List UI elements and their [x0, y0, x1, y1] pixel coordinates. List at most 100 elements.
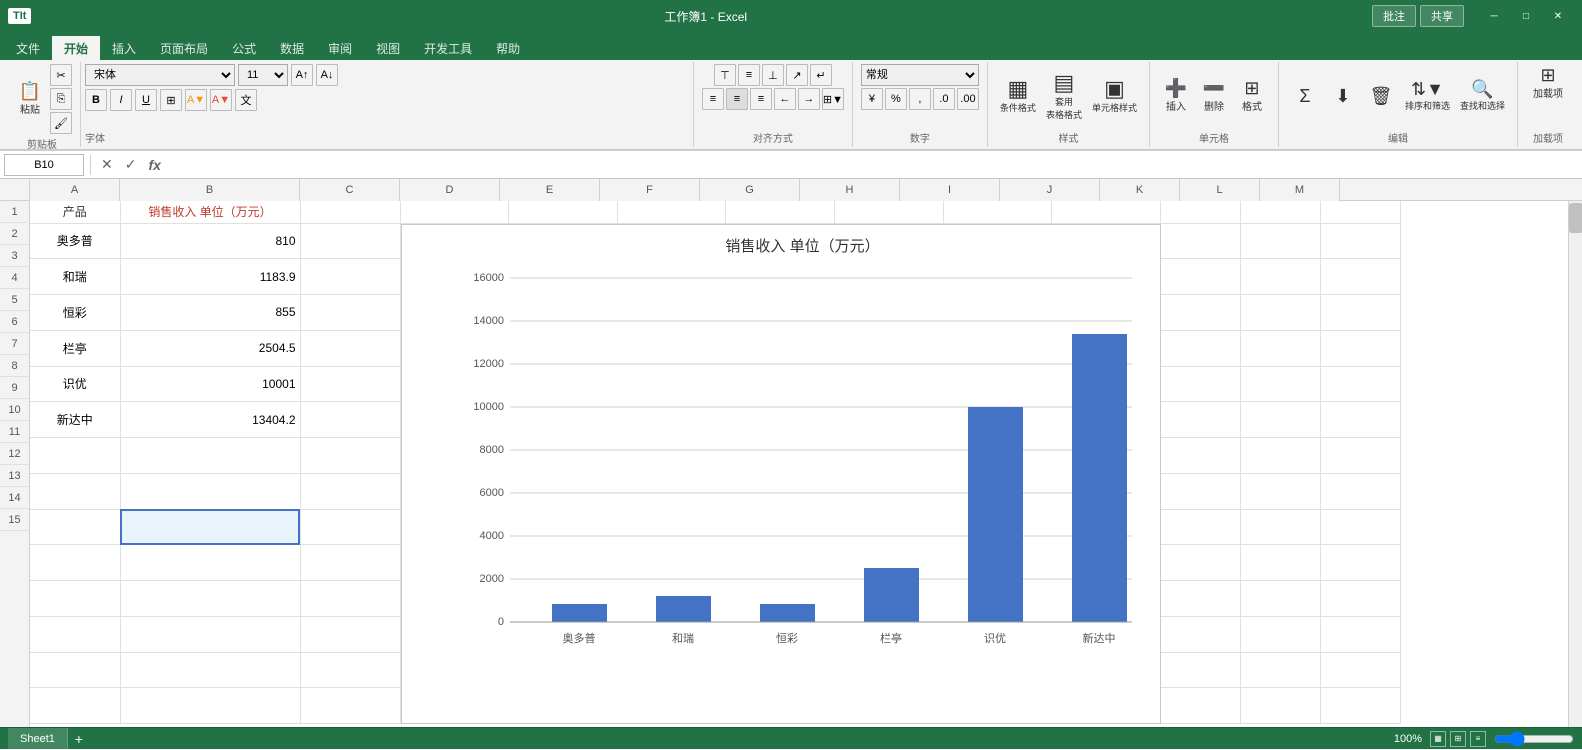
cell-l4[interactable]: [1241, 295, 1321, 331]
tab-insert[interactable]: 插入: [100, 36, 148, 60]
clear-button[interactable]: 🗑: [1363, 85, 1399, 108]
cell-b13[interactable]: [120, 616, 300, 652]
cell-b11[interactable]: [120, 545, 300, 581]
close-button[interactable]: ✕: [1542, 6, 1574, 26]
cell-c2[interactable]: [300, 223, 400, 259]
row-header-1[interactable]: 1: [0, 201, 29, 223]
merge-center-button[interactable]: ⊞▼: [822, 88, 844, 110]
font-color-button[interactable]: A▼: [210, 89, 232, 111]
cell-m9[interactable]: [1321, 473, 1401, 509]
col-header-k[interactable]: K: [1100, 179, 1180, 201]
cell-a9[interactable]: [30, 473, 120, 509]
align-right-button[interactable]: ≡: [750, 88, 772, 110]
cut-button[interactable]: ✂: [50, 64, 72, 86]
cell-k8[interactable]: [1161, 438, 1241, 474]
cell-k7[interactable]: [1161, 402, 1241, 438]
font-size-increase[interactable]: A↑: [291, 64, 313, 86]
col-header-g[interactable]: G: [700, 179, 800, 201]
cell-k13[interactable]: [1161, 616, 1241, 652]
row-header-13[interactable]: 13: [0, 465, 29, 487]
row-header-14[interactable]: 14: [0, 487, 29, 509]
cell-c6[interactable]: [300, 366, 400, 402]
tab-page-layout[interactable]: 页面布局: [148, 36, 220, 60]
cell-m2[interactable]: [1321, 223, 1401, 259]
col-header-e[interactable]: E: [500, 179, 600, 201]
cell-c14[interactable]: [300, 652, 400, 688]
cell-l13[interactable]: [1241, 616, 1321, 652]
font-family-select[interactable]: 宋体: [85, 64, 235, 86]
col-header-f[interactable]: F: [600, 179, 700, 201]
increase-decimal[interactable]: .0: [933, 88, 955, 110]
cell-c5[interactable]: [300, 330, 400, 366]
cell-k11[interactable]: [1161, 545, 1241, 581]
cell-c9[interactable]: [300, 473, 400, 509]
cell-l7[interactable]: [1241, 402, 1321, 438]
percent-button[interactable]: %: [885, 88, 907, 110]
row-header-3[interactable]: 3: [0, 245, 29, 267]
align-bottom-button[interactable]: ⊥: [762, 64, 784, 86]
cell-a11[interactable]: [30, 545, 120, 581]
cell-b14[interactable]: [120, 652, 300, 688]
cell-k3[interactable]: [1161, 259, 1241, 295]
cell-m12[interactable]: [1321, 581, 1401, 617]
cell-c13[interactable]: [300, 616, 400, 652]
cell-c7[interactable]: [300, 402, 400, 438]
cell-a10[interactable]: [30, 509, 120, 545]
tab-home[interactable]: 开始: [52, 34, 100, 60]
cell-j1[interactable]: [1052, 201, 1161, 223]
find-select-button[interactable]: 🔍 查找和选择: [1456, 78, 1509, 114]
row-header-4[interactable]: 4: [0, 267, 29, 289]
conditional-format-button[interactable]: ▦ 条件格式: [996, 76, 1040, 116]
border-button[interactable]: ⊞: [160, 89, 182, 111]
decrease-indent-button[interactable]: ←: [774, 88, 796, 110]
currency-button[interactable]: ¥: [861, 88, 883, 110]
normal-view-button[interactable]: ▦: [1430, 731, 1446, 747]
cell-f1[interactable]: [617, 201, 726, 223]
tab-data[interactable]: 数据: [268, 36, 316, 60]
vertical-scrollbar[interactable]: [1568, 201, 1582, 727]
row-header-11[interactable]: 11: [0, 421, 29, 443]
cell-k2[interactable]: [1161, 223, 1241, 259]
font-size-select[interactable]: 11: [238, 64, 288, 86]
cell-k9[interactable]: [1161, 473, 1241, 509]
cell-b2[interactable]: 810: [120, 223, 300, 259]
cell-k12[interactable]: [1161, 581, 1241, 617]
cell-l1[interactable]: [1241, 201, 1321, 223]
tab-file[interactable]: 文件: [4, 36, 52, 60]
minimize-button[interactable]: ─: [1478, 6, 1510, 26]
cell-c12[interactable]: [300, 581, 400, 617]
cell-m5[interactable]: [1321, 330, 1401, 366]
cell-b6[interactable]: 10001: [120, 366, 300, 402]
tab-help[interactable]: 帮助: [484, 36, 532, 60]
cell-m15[interactable]: [1321, 688, 1401, 724]
formula-cancel-icon[interactable]: ✕: [97, 154, 117, 175]
zoom-slider[interactable]: [1494, 732, 1574, 746]
cell-m3[interactable]: [1321, 259, 1401, 295]
cell-c3[interactable]: [300, 259, 400, 295]
row-header-10[interactable]: 10: [0, 399, 29, 421]
cell-m7[interactable]: [1321, 402, 1401, 438]
row-header-6[interactable]: 6: [0, 311, 29, 333]
cell-b8[interactable]: [120, 438, 300, 474]
tab-view[interactable]: 视图: [364, 36, 412, 60]
cell-m11[interactable]: [1321, 545, 1401, 581]
cell-m4[interactable]: [1321, 295, 1401, 331]
cell-l12[interactable]: [1241, 581, 1321, 617]
cell-l9[interactable]: [1241, 473, 1321, 509]
col-header-h[interactable]: H: [800, 179, 900, 201]
row-header-12[interactable]: 12: [0, 443, 29, 465]
sort-filter-button[interactable]: ⇅▼ 排序和筛选: [1401, 78, 1454, 114]
align-center-button[interactable]: ≡: [726, 88, 748, 110]
sheet-tab-1[interactable]: Sheet1: [8, 728, 68, 750]
cell-l3[interactable]: [1241, 259, 1321, 295]
fill-color-button[interactable]: A▼: [185, 89, 207, 111]
col-header-m[interactable]: M: [1260, 179, 1340, 201]
format-painter-button[interactable]: 🖌: [50, 112, 72, 134]
cell-b12[interactable]: [120, 581, 300, 617]
cell-m6[interactable]: [1321, 366, 1401, 402]
cell-a13[interactable]: [30, 616, 120, 652]
col-header-b[interactable]: B: [120, 179, 300, 201]
cell-b15[interactable]: [120, 688, 300, 724]
italic-button[interactable]: I: [110, 89, 132, 111]
align-middle-button[interactable]: ≡: [738, 64, 760, 86]
